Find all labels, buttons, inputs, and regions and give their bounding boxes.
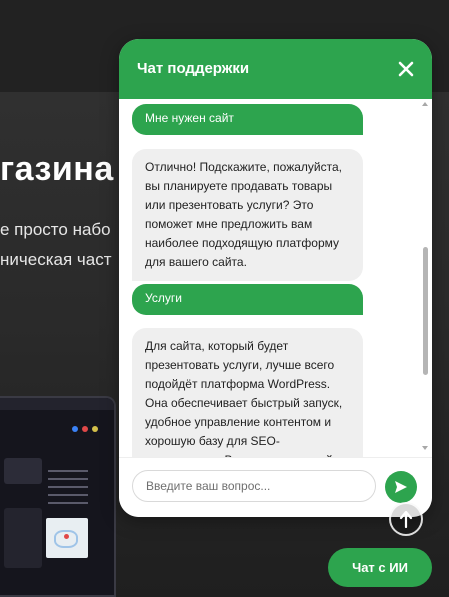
mockup-dot xyxy=(92,426,98,432)
scroll-up-arrow-icon[interactable] xyxy=(422,102,428,106)
mockup-dot xyxy=(82,426,88,432)
mockup-line xyxy=(48,478,88,480)
close-icon[interactable] xyxy=(394,57,418,81)
mockup-panel xyxy=(4,458,42,484)
hero-heading: газина xyxy=(0,150,114,188)
chat-title: Чат поддержки xyxy=(137,60,250,77)
hero-text-line-2: ническая част xyxy=(0,250,112,269)
user-message: Услуги xyxy=(132,284,363,315)
laptop-mockup-image xyxy=(0,396,116,597)
scroll-to-top-button[interactable] xyxy=(389,502,423,536)
user-message: Мне нужен сайт xyxy=(132,104,363,135)
chat-header: Чат поддержки xyxy=(119,39,432,99)
mockup-topbar xyxy=(0,398,114,410)
chat-input-area xyxy=(119,457,432,517)
send-icon xyxy=(395,481,407,493)
mockup-line xyxy=(48,486,88,488)
bot-message: Отлично! Подскажите, пожалуйста, вы план… xyxy=(132,149,363,281)
chat-question-input[interactable] xyxy=(132,470,376,502)
send-button[interactable] xyxy=(385,471,417,503)
mockup-line xyxy=(48,494,88,496)
mockup-map xyxy=(46,518,88,558)
hero-text-line-1: е просто набо xyxy=(0,220,111,239)
scrollbar-thumb[interactable] xyxy=(423,247,428,375)
mockup-panel xyxy=(4,508,42,568)
bot-message: Для сайта, который будет презентовать ус… xyxy=(132,328,363,457)
ai-chat-button[interactable]: Чат с ИИ xyxy=(328,548,432,587)
mockup-line xyxy=(48,502,88,504)
mockup-line xyxy=(48,470,88,472)
support-chat-window: Чат поддержки Мне нужен сайт Отлично! По… xyxy=(119,39,432,517)
arrow-up-icon xyxy=(399,510,413,528)
scroll-down-arrow-icon[interactable] xyxy=(422,446,428,450)
mockup-dot xyxy=(72,426,78,432)
chat-messages[interactable]: Мне нужен сайт Отлично! Подскажите, пожа… xyxy=(119,99,432,457)
